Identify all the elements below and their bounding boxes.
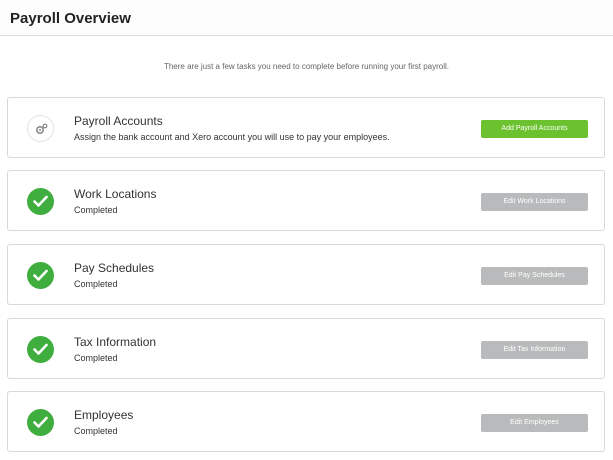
edit-work-locations-button[interactable]: Edit Work Locations	[481, 193, 588, 211]
task-status: Completed	[74, 205, 118, 215]
gear-icon	[27, 115, 54, 142]
task-title: Tax Information	[74, 335, 157, 349]
page-title: Payroll Overview	[10, 10, 131, 27]
task-card-tax-information: Tax Information Completed Edit Tax Infor…	[7, 318, 605, 379]
edit-tax-information-button[interactable]: Edit Tax Information	[481, 341, 588, 359]
edit-pay-schedules-button[interactable]: Edit Pay Schedules	[481, 267, 588, 285]
task-status: Completed	[74, 279, 118, 289]
add-payroll-accounts-button[interactable]: Add Payroll Accounts	[481, 120, 588, 138]
task-title: Pay Schedules	[74, 261, 155, 275]
task-status: Completed	[74, 353, 118, 363]
check-icon	[27, 188, 54, 215]
intro-text: There are just a few tasks you need to c…	[163, 62, 450, 71]
task-subtitle: Assign the bank account and Xero account…	[74, 132, 390, 142]
check-icon	[27, 336, 54, 363]
task-title: Work Locations	[74, 187, 157, 201]
task-card-employees: Employees Completed Edit Employees	[7, 391, 605, 452]
check-icon	[27, 409, 54, 436]
check-icon	[27, 262, 54, 289]
task-card-payroll-accounts: Payroll Accounts Assign the bank account…	[7, 97, 605, 158]
page-header: Payroll Overview	[0, 0, 613, 36]
task-card-pay-schedules: Pay Schedules Completed Edit Pay Schedul…	[7, 244, 605, 305]
task-status: Completed	[74, 426, 118, 436]
task-card-work-locations: Work Locations Completed Edit Work Locat…	[7, 170, 605, 231]
task-title: Payroll Accounts	[74, 114, 163, 128]
task-title: Employees	[74, 408, 134, 422]
edit-employees-button[interactable]: Edit Employees	[481, 414, 588, 432]
